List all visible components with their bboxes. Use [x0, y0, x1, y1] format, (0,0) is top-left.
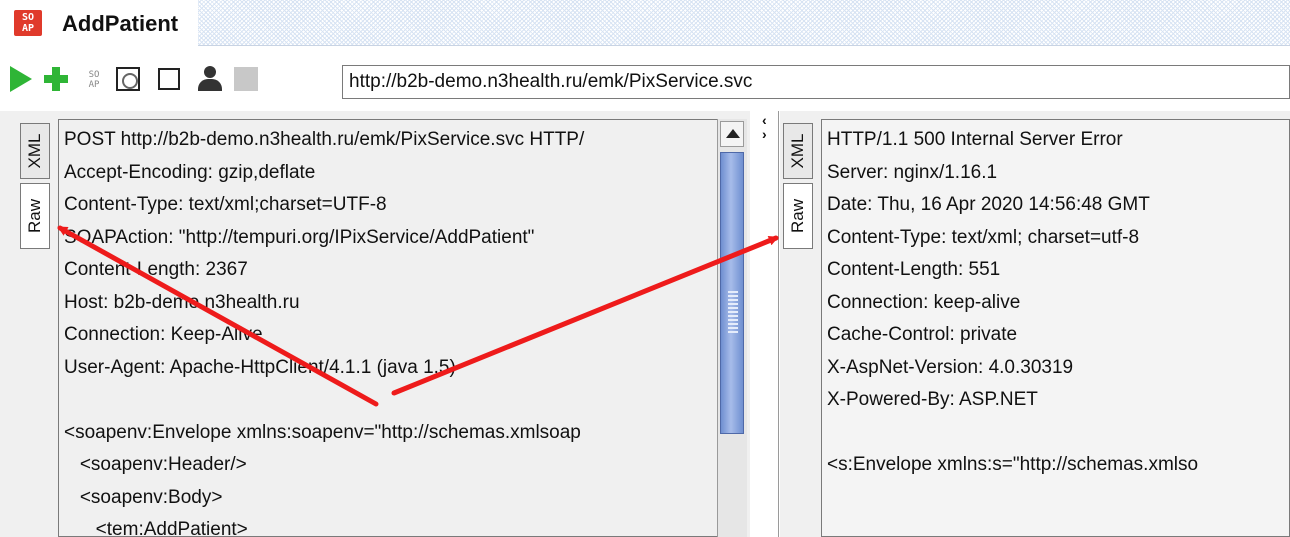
compress-icon[interactable] [116, 67, 140, 91]
response-lines: HTTP/1.1 500 Internal Server Error Server… [827, 124, 1198, 482]
panel-splitter[interactable]: ‹ › [750, 111, 780, 537]
stop-icon[interactable] [234, 67, 258, 91]
add-icon[interactable] [42, 65, 70, 93]
request-scrollbar[interactable] [717, 119, 747, 537]
tab-request-raw-label: Raw [25, 198, 44, 234]
soap-small-icon[interactable]: SO AP [80, 65, 108, 93]
tab-response-raw-label: Raw [788, 198, 807, 234]
scroll-thumb[interactable] [720, 152, 744, 434]
scroll-up-arrow-icon[interactable] [720, 121, 744, 147]
request-line: POST http://b2b-demo.n3health.ru/emk/Pix… [64, 129, 585, 150]
user-icon[interactable] [196, 65, 224, 93]
splitter-arrows-icon[interactable]: ‹ › [762, 113, 767, 141]
request-line [64, 384, 584, 417]
request-toolbar: SO AP http://b2b-demo.n3health.ru/emk/Pi… [0, 47, 1290, 111]
request-line: Connection: Keep-Alive [64, 324, 263, 345]
tab-response-xml[interactable]: XML [783, 123, 813, 179]
tab-request-raw[interactable]: Raw [20, 183, 50, 249]
request-lines: POST http://b2b-demo.n3health.ru/emk/Pix… [64, 124, 585, 537]
request-line: User-Agent: Apache-HttpClient/4.1.1 (jav… [64, 356, 456, 378]
tab-request-xml[interactable]: XML [20, 123, 50, 179]
request-line: Content-Type: text/xml;charset=UTF-8 [64, 194, 387, 215]
response-line: Content-Length: 551 [827, 259, 1001, 280]
soap-logo-icon: SO AP [14, 10, 42, 36]
request-line: Content-Length: 2367 [64, 259, 248, 280]
logo-text-bottom: AP [21, 23, 35, 34]
response-line: Content-Type: text/xml; charset=utf-8 [827, 226, 1140, 248]
response-line: X-Powered-By: ASP.NET [827, 389, 1038, 410]
response-line: Cache-Control: private [827, 324, 1018, 345]
response-line: Connection: keep-alive [827, 291, 1021, 313]
square-icon[interactable] [158, 68, 180, 90]
request-line: <tem:AddPatient> [64, 519, 248, 537]
response-line [827, 417, 1198, 450]
tab-response-xml-label: XML [788, 133, 807, 169]
response-line: <s:Envelope xmlns:s="http://schemas.xmls… [827, 454, 1199, 475]
response-raw-view[interactable]: HTTP/1.1 500 Internal Server Error Server… [821, 119, 1290, 537]
response-line: HTTP/1.1 500 Internal Server Error [827, 129, 1123, 150]
response-line: Date: Thu, 16 Apr 2020 14:56:48 GMT [827, 194, 1150, 215]
title-bar: SO AP AddPatient [0, 0, 1290, 46]
response-line: Server: nginx/1.16.1 [827, 161, 998, 183]
request-line: SOAPAction: "http://tempuri.org/IPixServ… [64, 226, 535, 248]
request-line: <soapenv:Body> [64, 486, 223, 508]
response-line: X-AspNet-Version: 4.0.30319 [827, 356, 1074, 378]
tab-response-raw[interactable]: Raw [783, 183, 813, 249]
request-line: <soapenv:Envelope xmlns:soapenv="http://… [64, 421, 581, 443]
logo-text-top: SO [21, 12, 35, 23]
request-line: <soapenv:Header/> [64, 454, 247, 475]
endpoint-url-field[interactable]: http://b2b-demo.n3health.ru/emk/PixServi… [342, 65, 1290, 99]
splitter-divider [778, 111, 779, 537]
soap-small-bottom: AP [88, 80, 100, 90]
window-title: AddPatient [62, 11, 179, 36]
tab-request-xml-label: XML [25, 133, 44, 169]
request-line: Host: b2b-demo.n3health.ru [64, 291, 300, 313]
soap-small-top: SO [88, 70, 100, 80]
run-icon[interactable] [10, 66, 32, 92]
scroll-grip [728, 289, 738, 333]
request-raw-view[interactable]: POST http://b2b-demo.n3health.ru/emk/Pix… [58, 119, 718, 537]
request-line: Accept-Encoding: gzip,deflate [64, 161, 316, 183]
